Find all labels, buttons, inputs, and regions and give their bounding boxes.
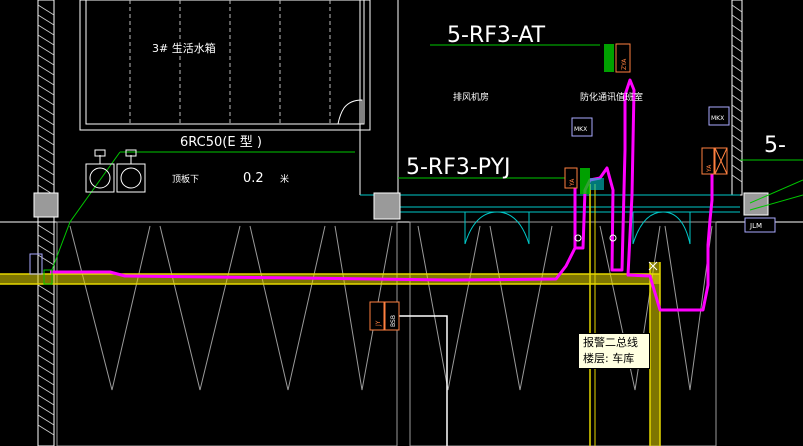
svg-text:MKX: MKX (574, 126, 587, 133)
smoke-room-label: 防化通讯值班室 (580, 91, 643, 103)
small-device-markers (574, 234, 658, 271)
ya-tag-c[interactable]: YA (701, 147, 728, 175)
jlm-tag[interactable]: JLM (744, 217, 776, 233)
mkx-tag-a[interactable]: MKX (571, 117, 593, 137)
svg-text:ZYA: ZYA (621, 58, 628, 70)
room-outlines (0, 0, 803, 223)
svg-text:MKX: MKX (711, 115, 724, 122)
junction-box[interactable]: JY BSB (369, 301, 400, 331)
cad-drawing[interactable]: 5-RF3-AT 5-RF3-PYJ 5- 3# 生活水箱 6RC50(E 型 … (0, 0, 803, 446)
ya-tag-a[interactable]: ZYA (604, 43, 631, 73)
smoke-detector-2[interactable] (116, 149, 146, 193)
tank-label: 3# 生活水箱 (152, 41, 216, 55)
tag-at-label: 5-RF3-AT (447, 23, 546, 48)
tank-corner (337, 99, 363, 125)
svg-text:YA: YA (706, 164, 713, 173)
cad-viewport[interactable]: 5-RF3-AT 5-RF3-PYJ 5- 3# 生活水箱 6RC50(E 型 … (0, 0, 803, 446)
tooltip-line-2: 楼层: 车库 (583, 352, 635, 365)
hover-tooltip: 报警二总线 楼层: 车库 (578, 333, 650, 369)
smoke-detector-1[interactable] (85, 149, 115, 193)
svg-text:BSB: BSB (390, 315, 397, 327)
tag-pyj-label: 5-RF3-PYJ (406, 155, 511, 180)
mkx-tag-b[interactable]: MKX (708, 106, 730, 126)
white-wire (398, 315, 448, 446)
tooltip-line-1: 报警二总线 (583, 336, 638, 349)
tag-right-label: 5- (764, 133, 786, 158)
columns (33, 192, 769, 220)
pipe-spec-label: 6RC50(E 型 ) (180, 135, 262, 150)
hatch-pattern (37, 4, 743, 436)
ya-tag-b[interactable]: YA (564, 167, 604, 194)
exhaust-room-label: 排风机房 (453, 91, 489, 103)
svg-text:JY: JY (375, 320, 382, 327)
svg-text:JLM: JLM (749, 222, 762, 230)
floor-under-label: 顶板下 (172, 173, 199, 185)
tank-dashed-lines (129, 0, 331, 124)
corridor-walls (0, 184, 661, 446)
svg-text:YA: YA (569, 178, 576, 187)
height-unit-label: 米 (280, 173, 289, 185)
height-value-label: 0.2 (243, 171, 264, 186)
